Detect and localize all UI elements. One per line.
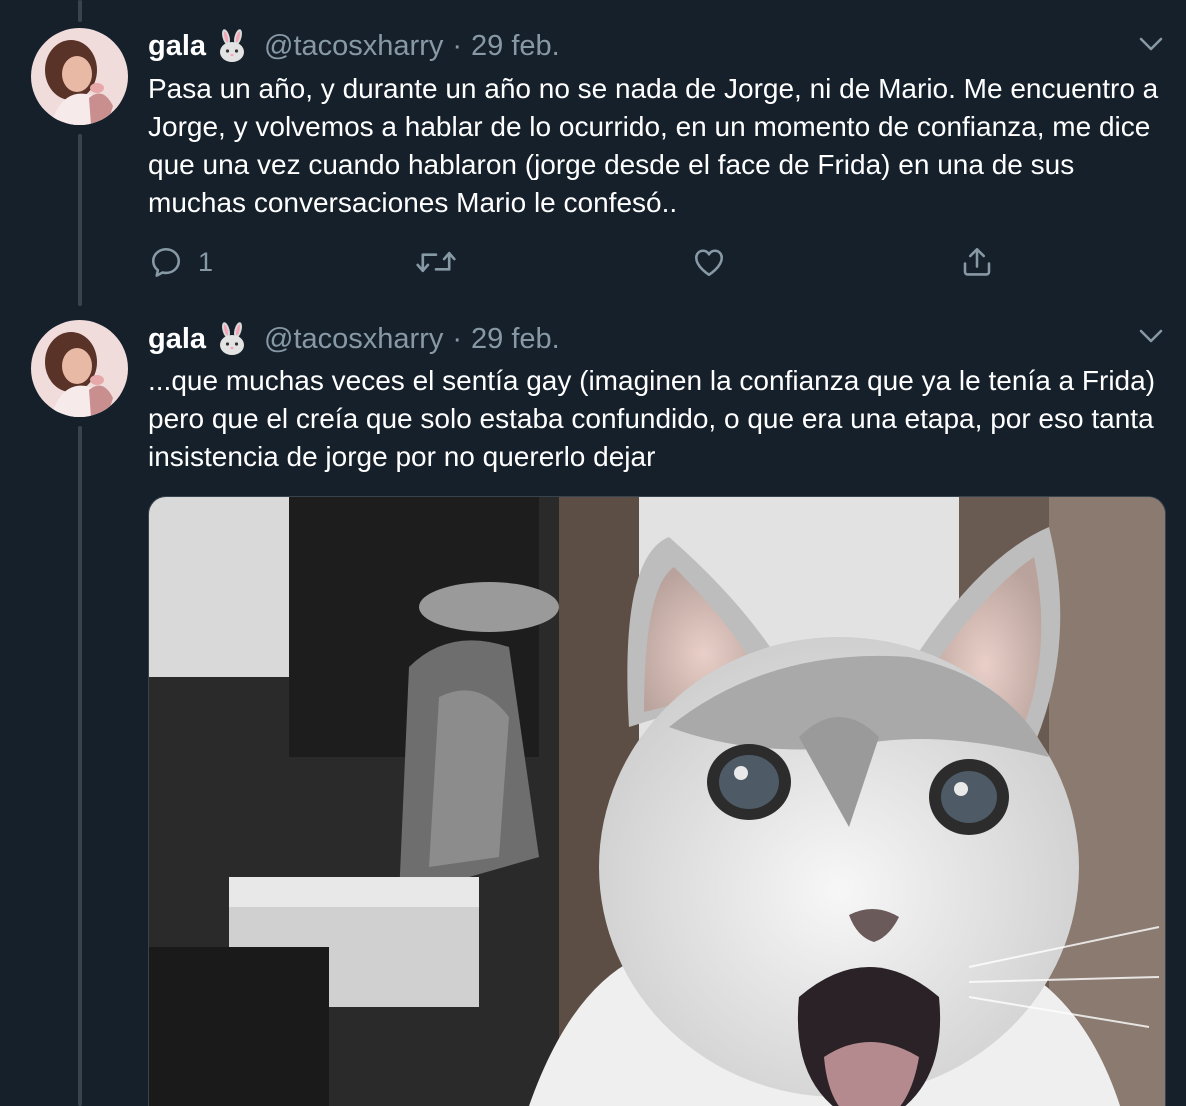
separator-dot: · xyxy=(452,29,463,62)
reply-icon xyxy=(151,247,181,277)
timestamp[interactable]: 29 feb. xyxy=(471,323,560,356)
reply-count: 1 xyxy=(198,246,214,277)
timestamp[interactable]: 29 feb. xyxy=(471,30,560,63)
separator-dot: · xyxy=(452,322,463,355)
tweet-header: gala @tacosxharry · 29 feb. xyxy=(148,28,560,64)
rabbit-face-icon xyxy=(216,322,248,356)
share-icon xyxy=(963,247,991,276)
user-handle[interactable]: @tacosxharry xyxy=(264,30,443,63)
timeline: gala @tacosxharry · 29 feb. Pasa un año,… xyxy=(0,0,1186,1106)
like-button[interactable] xyxy=(691,240,727,284)
user-handle[interactable]: @tacosxharry xyxy=(264,323,443,356)
tweet-text: Pasa un año, y durante un año no se nada… xyxy=(148,73,1159,218)
heart-icon xyxy=(694,249,724,277)
tweet-actions: 1 xyxy=(148,240,1048,284)
rabbit-face-icon xyxy=(216,29,248,63)
avatar[interactable] xyxy=(31,28,128,125)
chevron-down-icon[interactable] xyxy=(1137,326,1165,346)
media-image[interactable] xyxy=(148,496,1166,1106)
share-button[interactable] xyxy=(959,240,995,284)
retweet-icon xyxy=(416,251,456,273)
tweet-header: gala @tacosxharry · 29 feb. xyxy=(148,321,560,357)
chevron-down-icon[interactable] xyxy=(1137,34,1165,54)
display-name[interactable]: gala xyxy=(148,323,206,356)
retweet-button[interactable] xyxy=(414,240,458,284)
display-name[interactable]: gala xyxy=(148,30,206,63)
avatar[interactable] xyxy=(31,320,128,417)
tweet[interactable]: gala @tacosxharry · 29 feb. xyxy=(0,0,1186,300)
tweet[interactable]: gala @tacosxharry · 29 feb. xyxy=(0,300,1186,1106)
reply-button[interactable]: 1 xyxy=(148,240,213,284)
tweet-text: ...que muchas veces el sentía gay (imagi… xyxy=(148,365,1156,472)
